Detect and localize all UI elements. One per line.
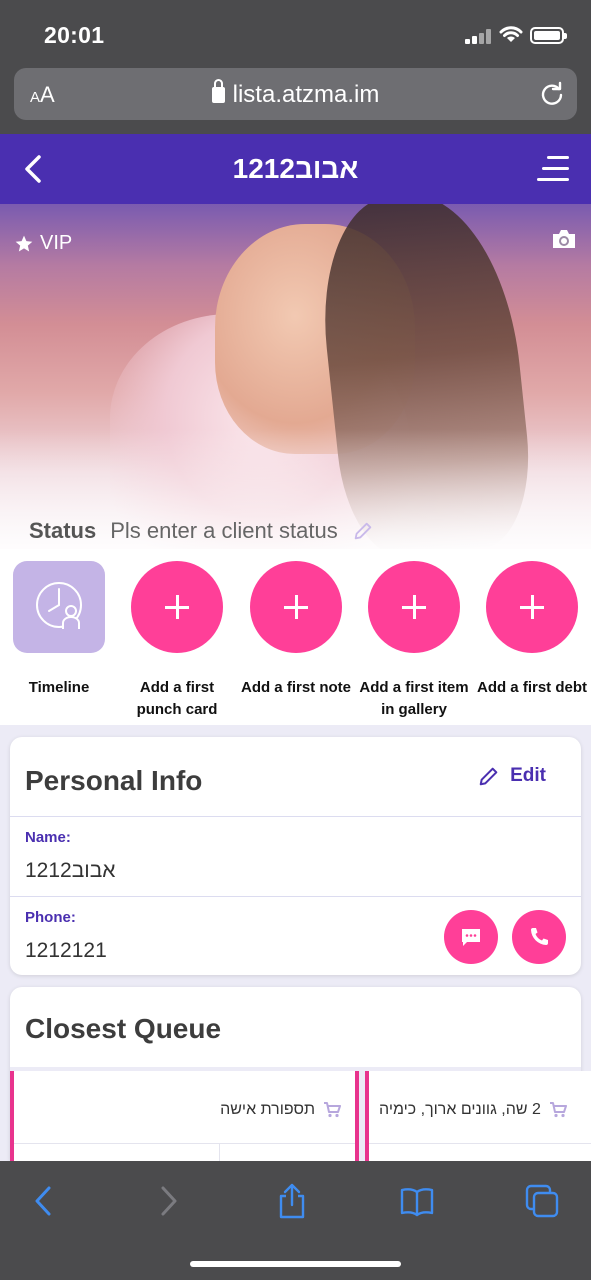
add-gallery-item-action[interactable]: Add a first item in gallery: [355, 561, 473, 721]
lock-icon: [211, 79, 225, 103]
quick-actions: Timeline Add a first punch card Add a fi…: [0, 549, 591, 725]
cart-icon: [324, 1102, 341, 1118]
client-cover-photo: VIP Status Pls enter a client status: [0, 204, 591, 549]
status-placeholder[interactable]: Pls enter a client status: [110, 518, 337, 544]
closest-queue-card: Closest Queue תספורת אישה 2 שה, גוונים א…: [10, 987, 591, 1161]
share-icon[interactable]: [274, 1183, 310, 1219]
camera-icon[interactable]: [551, 228, 577, 250]
queue-list: תספורת אישה 2 שה, גוונים ארוך, כימיה: [10, 1067, 591, 1161]
plus-icon[interactable]: [486, 561, 578, 653]
message-button[interactable]: [444, 910, 498, 964]
forward-icon[interactable]: [150, 1183, 186, 1219]
edit-button[interactable]: Edit: [478, 765, 546, 787]
timeline-icon[interactable]: [13, 561, 105, 653]
call-button[interactable]: [512, 910, 566, 964]
queue-service-name: 2 שה, גוונים ארוך, כימיה: [379, 1101, 541, 1118]
phone-label: Phone:: [25, 909, 76, 926]
name-label: Name:: [25, 829, 71, 846]
app-header: אבוב1212: [0, 134, 591, 204]
back-icon[interactable]: [26, 1183, 62, 1219]
plus-icon[interactable]: [131, 561, 223, 653]
queue-service: 2 שה, גוונים ארוך, כימיה: [379, 1101, 567, 1119]
star-icon: [15, 235, 33, 251]
plus-icon[interactable]: [368, 561, 460, 653]
reload-icon[interactable]: [539, 81, 565, 107]
action-label: Add a first note: [240, 679, 351, 696]
phone-icon: [531, 928, 548, 945]
section-heading: Closest Queue: [25, 1013, 222, 1044]
name-value: אבוב1212: [25, 859, 116, 882]
action-label: Add a first item in gallery: [359, 679, 469, 718]
queue-service-name: תספורת אישה: [220, 1101, 315, 1118]
clock: 20:01: [44, 22, 105, 48]
name-row: Name: אבוב1212: [10, 816, 581, 896]
vip-label: VIP: [40, 232, 73, 254]
section-heading: Personal Info: [25, 765, 203, 796]
phone-value[interactable]: 1212121: [25, 939, 107, 963]
home-indicator: [190, 1261, 401, 1267]
cart-icon: [549, 1102, 567, 1118]
pencil-icon[interactable]: [352, 520, 374, 542]
bookmarks-icon[interactable]: [399, 1183, 435, 1219]
chat-bubble-icon: [462, 929, 480, 946]
cellular-signal-icon: [465, 28, 493, 44]
pencil-icon: [479, 767, 498, 786]
add-punch-card-action[interactable]: Add a first punch card: [118, 561, 236, 721]
action-label: Timeline: [28, 679, 90, 696]
edit-label: Edit: [510, 765, 546, 786]
client-details: Personal Info Edit Name: אבוב1212 Phone:…: [0, 725, 591, 1161]
plus-icon[interactable]: [250, 561, 342, 653]
queue-item[interactable]: 2 שה, גוונים ארוך, כימיה: [365, 1071, 591, 1161]
browser-address-bar: AA lista.atzma.im: [0, 62, 591, 134]
tabs-icon[interactable]: [524, 1183, 560, 1219]
queue-item[interactable]: תספורת אישה: [10, 1071, 359, 1161]
timeline-action[interactable]: Timeline: [0, 561, 118, 699]
add-note-action[interactable]: Add a first note: [237, 561, 355, 699]
url-field[interactable]: AA lista.atzma.im: [14, 68, 577, 120]
browser-toolbar: [0, 1161, 591, 1280]
page-title: אבוב1212: [232, 153, 359, 184]
action-label: Add a first debt: [476, 679, 587, 696]
personal-info-card: Personal Info Edit Name: אבוב1212 Phone:…: [10, 737, 581, 975]
ios-status-bar: 20:01: [0, 0, 591, 62]
hamburger-menu-icon[interactable]: [537, 156, 569, 182]
url-text: lista.atzma.im: [232, 81, 380, 108]
battery-icon: [530, 27, 567, 44]
client-status-row[interactable]: Status Pls enter a client status: [29, 518, 374, 544]
url-display[interactable]: lista.atzma.im: [14, 79, 577, 109]
add-debt-action[interactable]: Add a first debt: [473, 561, 591, 699]
vip-badge[interactable]: VIP: [14, 232, 72, 255]
action-label: Add a first punch card: [136, 679, 218, 718]
wifi-icon: [499, 26, 523, 42]
phone-row: Phone: 1212121: [10, 896, 581, 975]
queue-service: תספורת אישה: [220, 1101, 341, 1119]
status-label: Status: [29, 518, 97, 543]
